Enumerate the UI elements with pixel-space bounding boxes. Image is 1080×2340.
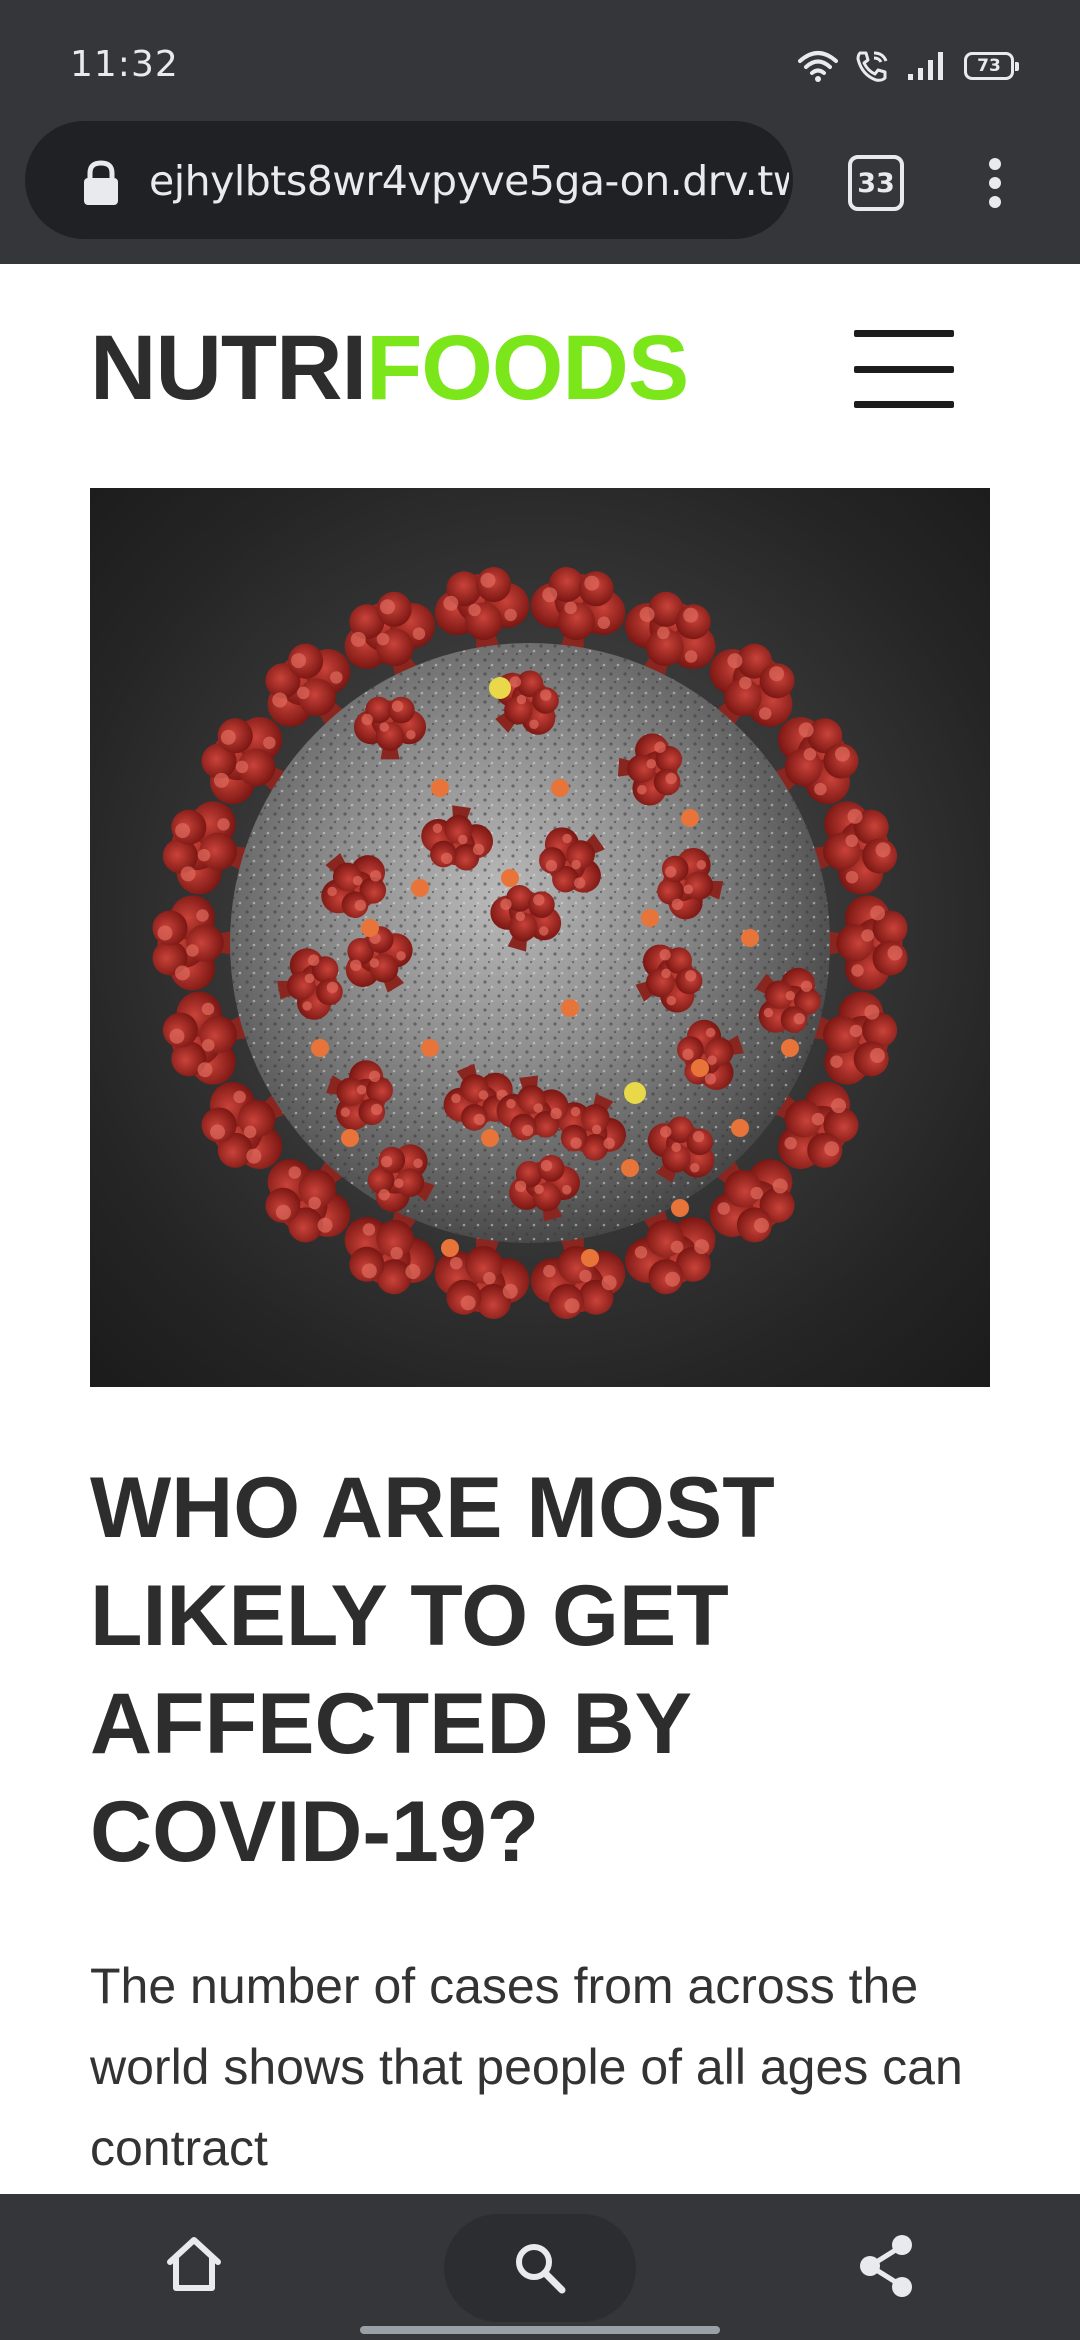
- gesture-navigation-bar[interactable]: [360, 2326, 720, 2334]
- coronavirus-illustration: [152, 567, 908, 1319]
- menu-dot: [989, 177, 1001, 189]
- wifi-calling-icon: [856, 51, 888, 82]
- web-page: NUTRIFOODS WHO ARE MOST LIKELY TO GET AF…: [0, 264, 1080, 2194]
- article-title: WHO ARE MOST LIKELY TO GET AFFECTED BY C…: [90, 1460, 775, 1880]
- site-logo[interactable]: NUTRIFOODS: [90, 322, 689, 414]
- search-icon: [516, 2244, 566, 2294]
- home-icon[interactable]: [164, 2234, 224, 2294]
- menu-dot: [989, 196, 1001, 208]
- share-icon[interactable]: [856, 2234, 916, 2298]
- browser-toolbar: ejhylbts8wr4vpyve5ga-on.drv.tw 33: [0, 118, 1080, 264]
- battery-icon: 73: [964, 52, 1019, 80]
- logo-part-nutri: NUTRI: [90, 317, 367, 419]
- menu-line: [854, 365, 954, 373]
- more-menu-button[interactable]: [975, 152, 1015, 214]
- bottom-toolbar: [0, 2194, 1080, 2340]
- lock-icon[interactable]: [79, 159, 123, 207]
- screen: 11:32 73 ejhylbts8wr4vpyve5ga-on.drv.tw …: [0, 0, 1080, 2340]
- wifi-icon: [798, 51, 838, 82]
- signal-icon: [908, 52, 943, 80]
- article-body: The number of cases from across the worl…: [90, 1958, 963, 2176]
- virus-body: [152, 567, 908, 1319]
- more-menu-icon: [989, 158, 1001, 170]
- tab-switcher-button[interactable]: 33: [848, 155, 904, 211]
- search-button[interactable]: [444, 2214, 636, 2322]
- status-icons: 73: [798, 46, 1019, 86]
- status-bar: 11:32 73: [0, 0, 1080, 118]
- menu-line: [854, 401, 954, 408]
- url-text[interactable]: ejhylbts8wr4vpyve5ga-on.drv.tw: [149, 157, 789, 207]
- menu-line: [854, 330, 954, 337]
- hamburger-menu-icon[interactable]: [854, 330, 954, 408]
- hero-image: [90, 488, 990, 1387]
- address-bar[interactable]: ejhylbts8wr4vpyve5ga-on.drv.tw: [25, 121, 793, 239]
- status-time: 11:32: [70, 44, 179, 85]
- logo-part-foods: FOODS: [366, 317, 689, 419]
